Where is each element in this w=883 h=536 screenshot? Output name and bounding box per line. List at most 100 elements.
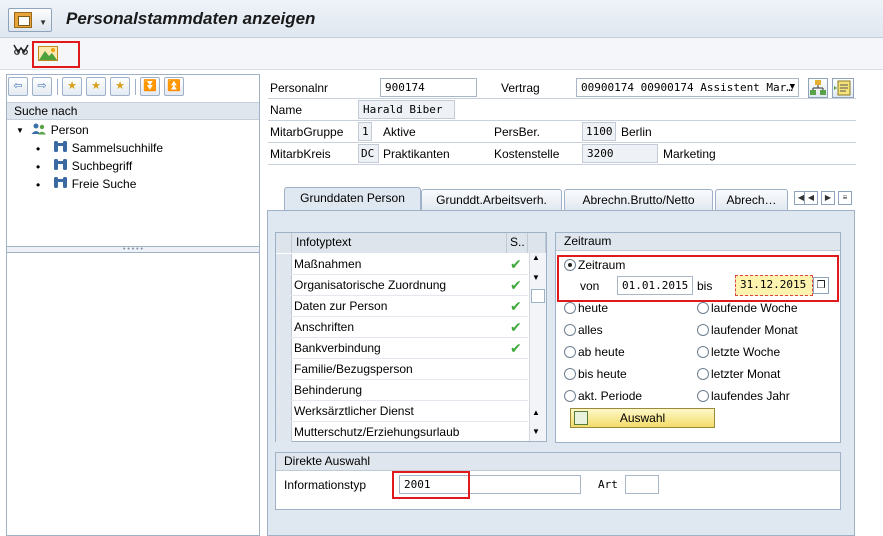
select-all-cell[interactable] (276, 233, 292, 253)
infotype-text: Organisatorische Zuordnung (294, 278, 447, 292)
radio-option[interactable]: bis heute (564, 365, 627, 383)
column-config-cell[interactable] (528, 233, 546, 253)
table-row[interactable]: Maßnahmen ✔ (276, 254, 528, 275)
name-field: Harald Biber (358, 100, 455, 119)
display-change-icon[interactable] (12, 42, 30, 59)
column-header-infotyptext[interactable]: Infotyptext (292, 233, 507, 253)
scroll-thumb[interactable] (531, 289, 545, 303)
chevron-down-icon: ▼ (789, 82, 795, 92)
tab-scroll-right-icon[interactable]: ▶ (821, 191, 835, 205)
radio-option[interactable]: laufendes Jahr (697, 387, 790, 405)
personalnr-label: Personalnr (270, 81, 329, 95)
name-label: Name (270, 103, 303, 117)
splitter-handle[interactable]: • • • • • (7, 246, 259, 253)
tree-node-freie-suche[interactable]: • Freie Suche (36, 175, 136, 193)
row-selector[interactable] (276, 338, 292, 358)
tab-list-icon[interactable]: ≡ (838, 191, 852, 205)
vertrag-value: 00900174 00900174 Assistent Mar… (581, 81, 793, 94)
employee-overview-button[interactable] (832, 78, 854, 98)
kostenstelle-text: Marketing (663, 147, 716, 161)
radio-label: laufende Woche (711, 301, 798, 315)
row-selector[interactable] (276, 422, 292, 442)
art-input[interactable] (625, 475, 659, 494)
radio-label: ab heute (578, 345, 625, 359)
toolbar-separator (57, 79, 58, 95)
scroll-up-icon[interactable]: ▲ (532, 408, 540, 417)
back-arrow-icon[interactable]: ⇦ (8, 77, 28, 96)
radio-label: laufender Monat (711, 323, 798, 337)
radio-option[interactable]: ab heute (564, 343, 625, 361)
radio-button (697, 345, 709, 358)
radio-button (564, 323, 576, 336)
radio-button (564, 367, 576, 380)
scroll-down-icon[interactable]: ▼ (532, 273, 540, 282)
tree-node-sammelsuchhilfe[interactable]: • Sammelsuchhilfe (36, 139, 163, 157)
column-header-status[interactable]: S.. (507, 233, 528, 253)
table-row[interactable]: Anschriften ✔ (276, 317, 528, 338)
tab-grunddt-arbeitsverh[interactable]: Grunddt.Arbeitsverh. (421, 189, 562, 210)
table-row[interactable]: Daten zur Person ✔ (276, 296, 528, 317)
mitarbgruppe-label: MitarbGruppe (270, 125, 344, 139)
highlight-box (557, 255, 839, 302)
tree-node-suchbegriff[interactable]: • Suchbegriff (36, 157, 132, 175)
application-toolbar (0, 38, 883, 70)
check-icon: ✔ (510, 298, 522, 314)
row-selector[interactable] (276, 380, 292, 400)
table-row[interactable]: Organisatorische Zuordnung ✔ (276, 275, 528, 296)
radio-option[interactable]: akt. Periode (564, 387, 642, 405)
radio-option[interactable]: letzter Monat (697, 365, 780, 383)
radio-label: laufendes Jahr (711, 389, 790, 403)
header-divider (268, 164, 856, 165)
radio-option[interactable]: letzte Woche (697, 343, 780, 361)
art-label: Art (598, 478, 618, 491)
vertrag-dropdown[interactable]: 00900174 00900174 Assistent Mar… ▼ (576, 78, 799, 97)
person-icon (31, 122, 47, 140)
direkte-auswahl-title: Direkte Auswahl (276, 453, 840, 471)
system-menu-button[interactable]: ▼ (8, 8, 52, 32)
row-selector[interactable] (276, 275, 292, 295)
expand-all-icon[interactable]: ⏬ (140, 77, 160, 96)
add-favorite-icon[interactable]: ★ (62, 77, 82, 96)
kostenstelle-code: 3200 (582, 144, 658, 163)
auswahl-button[interactable]: Auswahl (570, 408, 715, 428)
scroll-up-icon[interactable]: ▲ (532, 253, 540, 262)
infotype-text: Anschriften (294, 320, 355, 334)
collapse-all-icon[interactable]: ⏫ (164, 77, 184, 96)
table-row[interactable]: Behinderung (276, 380, 528, 401)
tab-scroll-left-icon[interactable]: ◀ (804, 191, 818, 205)
edit-favorite-icon[interactable]: ★ (110, 77, 130, 96)
tab-abrechn-brutto-netto[interactable]: Abrechn.Brutto/Netto (564, 189, 713, 210)
tab-grunddaten-person[interactable]: Grunddaten Person (284, 187, 421, 211)
personalnr-field[interactable]: 900174 (380, 78, 477, 97)
mitarbkreis-label: MitarbKreis (270, 147, 331, 161)
table-row[interactable]: Mutterschutz/Erziehungsurlaub (276, 422, 528, 443)
row-selector[interactable] (276, 401, 292, 421)
org-structure-button[interactable] (808, 78, 828, 98)
favorite-icon[interactable]: ★ (86, 77, 106, 96)
persber-code: 1100 (582, 122, 616, 141)
radio-option[interactable]: alles (564, 321, 603, 339)
row-selector[interactable] (276, 317, 292, 337)
radio-option[interactable]: heute (564, 299, 608, 317)
tree-node-label: Sammelsuchhilfe (71, 141, 164, 155)
radio-button (697, 323, 709, 336)
table-row[interactable]: Familie/Bezugsperson (276, 359, 528, 380)
kostenstelle-label: Kostenstelle (494, 147, 560, 161)
table-row[interactable]: Werksärztlicher Dienst (276, 401, 528, 422)
row-selector[interactable] (276, 254, 292, 274)
tab-abrech[interactable]: Abrech… (715, 189, 788, 210)
row-selector[interactable] (276, 359, 292, 379)
expand-triangle-icon: ▼ (16, 125, 24, 135)
radio-option[interactable]: laufende Woche (697, 299, 798, 317)
toolbar-separator (135, 79, 136, 95)
vertical-scrollbar[interactable]: ▲ ▼ ▲ ▼ (529, 253, 546, 441)
table-row[interactable]: Bankverbindung ✔ (276, 338, 528, 359)
radio-option[interactable]: laufender Monat (697, 321, 798, 339)
tree-node-person[interactable]: ▼ Person (16, 121, 89, 139)
selection-icon (574, 411, 588, 425)
scroll-down-icon[interactable]: ▼ (532, 427, 540, 436)
persber-label: PersBer. (494, 125, 541, 139)
row-selector[interactable] (276, 296, 292, 316)
bullet: • (36, 177, 41, 192)
forward-arrow-icon[interactable]: ⇨ (32, 77, 52, 96)
